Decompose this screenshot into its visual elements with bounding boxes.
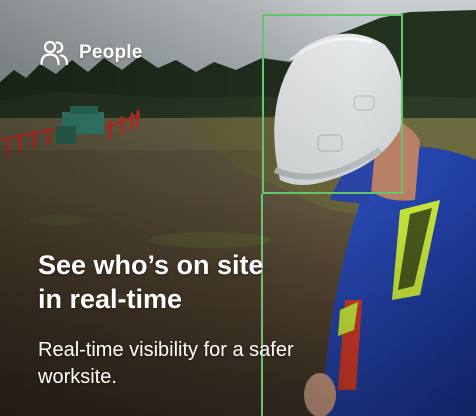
headline: See who’s on site in real-time [38,248,338,316]
hero-card: People See who’s on site in real-time Re… [0,0,476,416]
subheadline: Real-time visibility for a safer worksit… [38,337,364,391]
headline-line-1: See who’s on site [38,250,264,280]
person-detection-box [262,14,403,194]
category-badge: People [39,38,143,68]
headline-line-2: in real-time [38,284,183,314]
subheadline-line-2: worksite. [38,366,117,388]
badge-label: People [79,42,143,63]
subheadline-line-1: Real-time visibility for a safer [38,339,294,361]
people-icon [39,38,69,68]
